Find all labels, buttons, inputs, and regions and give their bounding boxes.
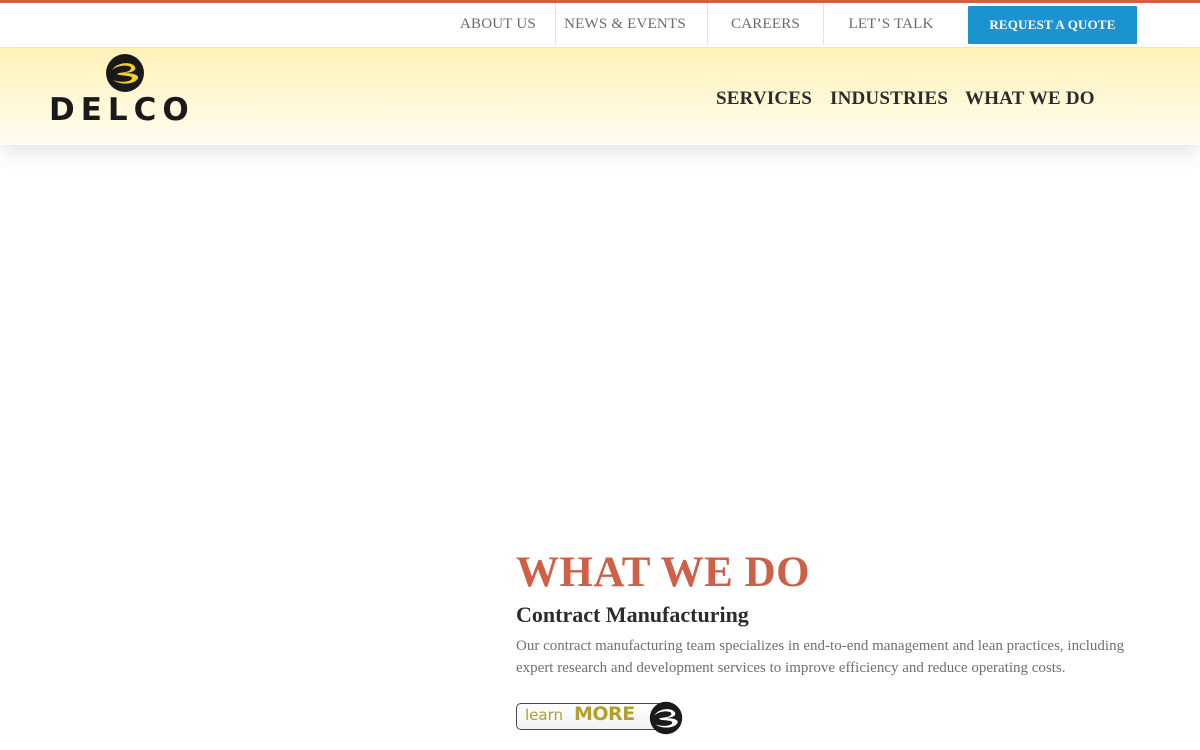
utility-link-lets-talk[interactable]: LET’S TALK — [824, 3, 958, 45]
utility-bar: ABOUT US NEWS & EVENTS CAREERS LET’S TAL… — [0, 3, 1200, 48]
utility-nav: ABOUT US NEWS & EVENTS CAREERS LET’S TAL… — [0, 3, 1200, 48]
learn-more-button[interactable]: learn MORE — [516, 700, 686, 736]
nav-services[interactable]: SERVICES — [716, 88, 812, 110]
delco-logo[interactable]: DELCO — [49, 53, 204, 128]
nav-industries[interactable]: INDUSTRIES — [830, 88, 948, 110]
utility-link-careers[interactable]: CAREERS — [708, 3, 824, 45]
delco-swoosh-icon — [649, 701, 683, 735]
logo-wordmark: DELCO — [49, 92, 195, 128]
section-body: Our contract manufacturing team speciali… — [516, 638, 1125, 676]
utility-link-about-us[interactable]: ABOUT US — [446, 3, 556, 45]
learn-more-label-more: MORE — [574, 703, 635, 725]
nav-what-we-do[interactable]: WHAT WE DO — [965, 88, 1095, 110]
request-quote-button[interactable]: REQUEST A QUOTE — [968, 6, 1137, 44]
section-heading: WHAT WE DO — [516, 549, 811, 596]
section-subtitle: Contract Manufacturing — [516, 602, 749, 627]
delco-swoosh-icon — [106, 54, 144, 92]
utility-link-news-events[interactable]: NEWS & EVENTS — [543, 3, 708, 45]
learn-more-label-learn: learn — [525, 706, 563, 724]
main-header: DELCO SERVICES INDUSTRIES WHAT WE DO — [0, 48, 1200, 145]
